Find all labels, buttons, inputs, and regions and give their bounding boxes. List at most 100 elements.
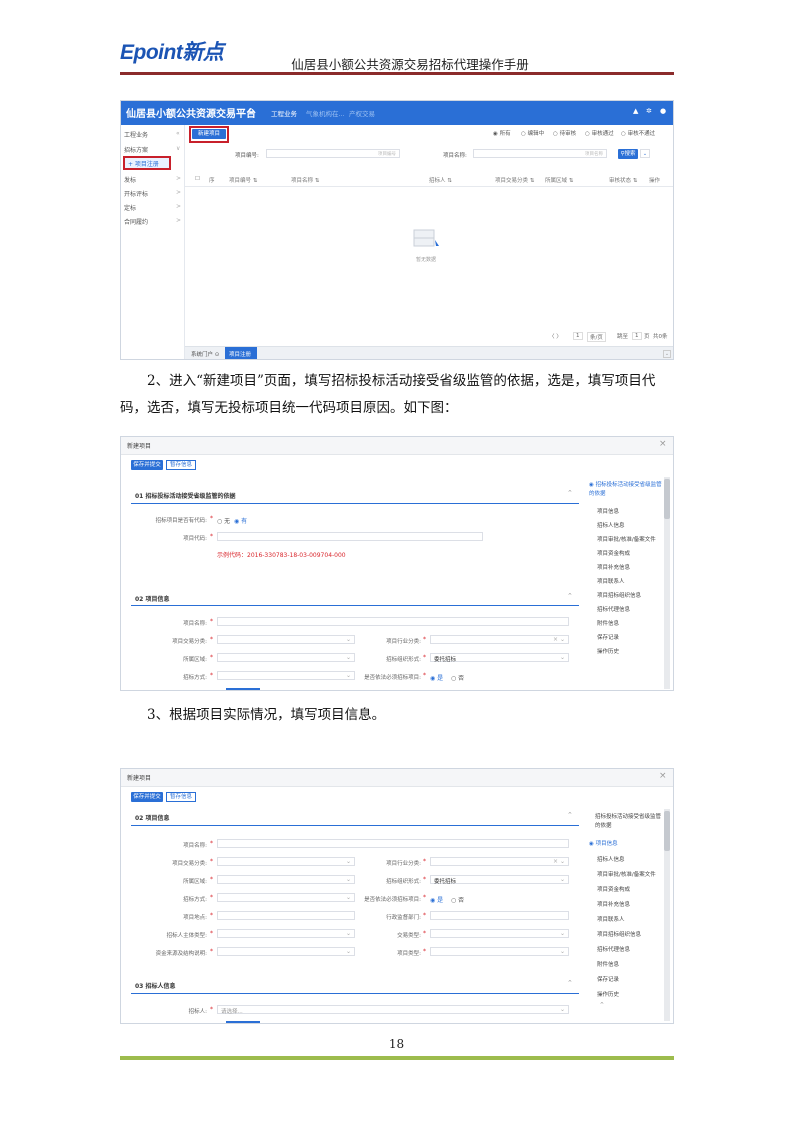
project-name-input[interactable]: 项目名称: [473, 149, 607, 158]
new-project-button[interactable]: 新建项目: [192, 129, 226, 139]
region-select[interactable]: ⌄: [217, 875, 355, 884]
scrollbar-thumb[interactable]: [664, 811, 670, 851]
sidebar-item-project-register[interactable]: + 项目注册: [128, 159, 159, 168]
chevron-up-icon[interactable]: ⌃: [567, 489, 573, 497]
chevron-up-icon[interactable]: ⌃: [599, 1001, 605, 1009]
col-trade-class[interactable]: 项目交易分类 ⇅: [495, 176, 534, 184]
anchor-nav-approval[interactable]: 项目审批/核准/备案文件: [597, 870, 656, 878]
radio-must-bid-no[interactable]: ○ 否: [451, 673, 464, 682]
radio-no-code[interactable]: ○ 无: [217, 516, 230, 525]
project-name-input[interactable]: [217, 839, 569, 848]
tenderer-select[interactable]: 请选择... ⌄: [217, 1005, 569, 1015]
radio-must-bid-no[interactable]: ○ 否: [451, 895, 464, 904]
project-type-select[interactable]: ⌄: [430, 947, 569, 956]
radio-must-bid-yes[interactable]: ◉ 是: [430, 895, 443, 904]
region-select[interactable]: ⌄: [217, 653, 355, 662]
org-form-select[interactable]: 委托招标 ⌄: [430, 875, 569, 885]
anchor-nav-contact[interactable]: 项目联系人: [597, 577, 625, 585]
chevron-up-icon[interactable]: ⌃: [567, 592, 573, 600]
anchor-nav-record[interactable]: 保存记录: [597, 975, 619, 983]
gear-icon[interactable]: ✲: [646, 107, 652, 115]
industry-class-select[interactable]: × ⌄: [430, 857, 569, 866]
user-icon[interactable]: ●: [660, 107, 666, 115]
anchor-nav-history[interactable]: 操作历史: [597, 990, 619, 998]
anchor-nav-supplement[interactable]: 项目补充信息: [597, 900, 630, 908]
pager-goto-input[interactable]: 1: [632, 332, 642, 340]
pager-prev-next[interactable]: 〈 〉: [549, 332, 562, 340]
anchor-nav-history[interactable]: 操作历史: [597, 647, 619, 655]
sidebar-item-contract[interactable]: 合同履约: [124, 217, 148, 226]
chevron-down-icon[interactable]: ⌄: [640, 149, 650, 158]
select-all-checkbox[interactable]: ☐: [195, 176, 200, 182]
anchor-nav-project-info[interactable]: ◉ 项目信息: [589, 839, 618, 847]
chevron-up-icon[interactable]: ⌃: [567, 979, 573, 987]
sidebar-item-plan[interactable]: 招标方案: [124, 145, 148, 154]
filter-approved[interactable]: ○ 审核通过: [585, 129, 614, 137]
anchor-nav-attachment[interactable]: 附件信息: [597, 619, 619, 627]
project-code-input[interactable]: [217, 532, 483, 541]
anchor-nav-org[interactable]: 项目招标组织信息: [597, 930, 641, 938]
save-submit-button[interactable]: 保存并提交: [131, 792, 163, 802]
nav-property[interactable]: 产权交易: [349, 108, 375, 118]
sidebar-item-publish[interactable]: 发标: [124, 175, 136, 184]
trade-class-select[interactable]: ⌄: [217, 857, 355, 866]
anchor-nav-funds[interactable]: 项目资金构成: [597, 549, 630, 557]
anchor-nav-funds[interactable]: 项目资金构成: [597, 885, 630, 893]
col-region[interactable]: 所属区域 ⇅: [545, 176, 573, 184]
pager-page[interactable]: 1: [573, 332, 583, 340]
anchor-nav-agent[interactable]: 招标代理信息: [597, 945, 630, 953]
draft-button[interactable]: 暂存信息: [166, 792, 196, 802]
filter-rejected[interactable]: ○ 审核不通过: [621, 129, 655, 137]
tab-project-register[interactable]: 项目注册: [225, 347, 257, 359]
draft-button[interactable]: 暂存信息: [166, 460, 196, 470]
collapse-icon[interactable]: «: [176, 130, 180, 137]
pager-size[interactable]: 条/页: [587, 332, 606, 342]
supervision-dept-input[interactable]: [430, 911, 569, 920]
radio-has-code[interactable]: ◉ 有: [234, 516, 247, 525]
nav-weather[interactable]: 气象机构在...: [306, 108, 345, 118]
anchor-nav-basis[interactable]: ◉ 招标投标活动接受省级监管的依据: [589, 481, 663, 499]
save-submit-button[interactable]: 保存并提交: [131, 460, 163, 470]
filter-editing[interactable]: ○ 编辑中: [521, 129, 544, 137]
industry-class-select[interactable]: × ⌄: [430, 635, 569, 644]
sidebar-item-engineering[interactable]: 工程业务: [124, 130, 148, 139]
chevron-down-icon[interactable]: ⌄: [663, 350, 671, 358]
anchor-nav-agent[interactable]: 招标代理信息: [597, 605, 630, 613]
col-code[interactable]: 项目编号 ⇅: [229, 176, 257, 184]
anchor-nav-attachment[interactable]: 附件信息: [597, 960, 619, 968]
anchor-nav-record[interactable]: 保存记录: [597, 633, 619, 641]
bell-icon[interactable]: ▲: [633, 107, 638, 115]
project-address-input[interactable]: [217, 911, 355, 920]
col-status[interactable]: 审核状态 ⇅: [609, 176, 637, 184]
col-tenderer[interactable]: 招标人 ⇅: [429, 176, 452, 184]
filter-all[interactable]: ◉ 所有: [493, 129, 511, 137]
anchor-nav-tenderer[interactable]: 招标人信息: [597, 855, 625, 863]
sidebar-item-award[interactable]: 定标: [124, 203, 136, 212]
project-name-input[interactable]: [217, 617, 569, 626]
close-icon[interactable]: ×: [659, 439, 667, 449]
anchor-nav-org[interactable]: 项目招标组织信息: [597, 591, 641, 599]
chevron-up-icon[interactable]: ⌃: [567, 811, 573, 819]
anchor-nav-project-info[interactable]: 项目信息: [597, 507, 619, 515]
trade-type-select[interactable]: ⌄: [430, 929, 569, 938]
anchor-nav-basis[interactable]: 招标投标活动接受省级监管的依据: [595, 813, 665, 831]
anchor-nav-approval[interactable]: 项目审批/核准/备案文件: [597, 535, 656, 543]
anchor-nav-tenderer[interactable]: 招标人信息: [597, 521, 625, 529]
anchor-nav-contact[interactable]: 项目联系人: [597, 915, 625, 923]
nav-engineering[interactable]: 工程业务: [271, 108, 297, 118]
anchor-nav-supplement[interactable]: 项目补充信息: [597, 563, 630, 571]
trade-class-select[interactable]: ⌄: [217, 635, 355, 644]
home-icon[interactable]: ⌂: [249, 106, 254, 115]
org-form-select[interactable]: 委托招标 ⌄: [430, 653, 569, 663]
fund-source-select[interactable]: ⌄: [217, 947, 355, 956]
filter-pending[interactable]: ○ 待审核: [553, 129, 576, 137]
col-name[interactable]: 项目名称 ⇅: [291, 176, 319, 184]
tab-system-portal[interactable]: 系统门户 ⊙: [191, 350, 219, 358]
close-icon[interactable]: ×: [659, 771, 667, 781]
search-button[interactable]: ⚲搜索: [618, 149, 638, 159]
sidebar-item-bid-eval[interactable]: 开标评标: [124, 189, 148, 198]
scrollbar-thumb[interactable]: [664, 479, 670, 519]
tenderer-type-select[interactable]: ⌄: [217, 929, 355, 938]
project-code-input[interactable]: 项目编号: [266, 149, 400, 158]
radio-must-bid-yes[interactable]: ◉ 是: [430, 673, 443, 682]
